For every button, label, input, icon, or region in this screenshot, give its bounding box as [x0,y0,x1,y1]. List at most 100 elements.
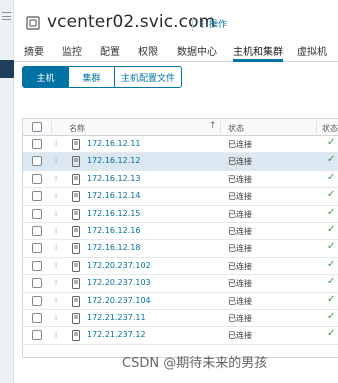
drag-handle-icon[interactable]: ⁞⁞ [54,210,58,218]
host-server-icon [72,278,80,290]
table-row[interactable]: ⁞⁞ 172.16.12.12 已连接 ✓ [23,153,338,171]
menu-icon[interactable] [2,12,11,20]
host-link[interactable]: 172.16.12.16 [87,226,140,235]
status-ok-icon: ✓ [327,276,336,288]
connection-state: 已连接 [228,192,252,202]
host-link[interactable]: 172.21.237.11 [87,313,146,322]
host-link[interactable]: 172.16.12.12 [87,156,140,165]
drag-handle-icon[interactable]: ⁞⁞ [54,157,58,165]
row-checkbox[interactable] [32,226,42,236]
drag-handle-icon[interactable]: ⁞⁞ [54,140,58,148]
drag-handle-icon[interactable]: ⁞⁞ [54,331,58,339]
connection-state: 已连接 [228,296,252,306]
status-ok-icon: ✓ [327,224,336,235]
host-link[interactable]: 172.16.12.18 [87,243,140,252]
row-checkbox[interactable] [32,173,42,184]
row-checkbox[interactable] [32,330,42,341]
page-title: vcenter02.svic.com [47,12,216,32]
actions-menu-button[interactable]: ⋮ 操作 [198,17,227,30]
row-checkbox[interactable] [32,243,42,254]
row-checkbox[interactable] [32,139,42,149]
host-link[interactable]: 172.21.237.12 [87,330,146,339]
header-divider [192,17,193,31]
row-checkbox[interactable] [32,260,42,271]
select-all-checkbox[interactable] [32,122,42,132]
main-content: vcenter02.svic.com ⋮ 操作 摘要 监控 配置 权限 数据中心 … [14,0,338,383]
table-row[interactable]: ⁞⁞ 172.16.12.13 已连接 ✓ [23,171,338,189]
left-nav-strip [0,0,14,383]
host-server-icon [72,173,80,185]
tab-configure[interactable]: 配置 [100,43,120,62]
row-checkbox[interactable] [32,295,42,306]
connection-state: 已连接 [228,174,252,184]
status-ok-icon: ✓ [327,189,336,201]
csdn-watermark: CSDN @期待未来的男孩 [122,356,268,371]
hosts-datagrid: 名称 ↑ 状态 状态 ⁞⁞ 172.16.12.11 已连接 ✓ ⁞⁞ 172.… [22,118,338,358]
tab-datacenters[interactable]: 数据中心 [177,43,217,62]
tab-vms[interactable]: 虚拟机 [297,43,327,62]
host-link[interactable]: 172.20.237.104 [87,296,151,305]
drag-handle-icon[interactable]: ⁞⁞ [54,244,58,252]
connection-state: 已连接 [228,227,252,236]
column-header-status[interactable]: 状态 [322,123,338,134]
connection-state: 已连接 [228,209,252,219]
row-checkbox[interactable] [32,208,42,219]
table-row[interactable]: ⁞⁞ 172.20.237.104 已连接 ✓ [23,293,338,310]
connection-state: 已连接 [228,314,252,323]
column-header-state[interactable]: 状态 [228,123,244,134]
table-row[interactable]: ⁞⁞ 172.16.12.14 已连接 ✓ [23,188,338,206]
drag-handle-icon[interactable]: ⁞⁞ [54,279,58,287]
drag-handle-icon[interactable]: ⁞⁞ [54,192,58,200]
table-row[interactable]: ⁞⁞ 172.21.237.11 已连接 ✓ [23,310,338,328]
row-checkbox[interactable] [32,278,42,289]
drag-handle-icon[interactable]: ⁞⁞ [54,314,58,322]
status-ok-icon: ✓ [327,241,336,253]
row-checkbox[interactable] [32,191,42,202]
drag-handle-icon[interactable]: ⁞⁞ [54,262,58,270]
table-row[interactable]: ⁞⁞ 172.20.237.102 已连接 ✓ [23,258,338,276]
subtab-hosts[interactable]: 主机 [22,66,69,88]
host-server-icon [72,295,80,307]
host-link[interactable]: 172.16.12.14 [87,191,140,200]
subtab-group: 主机 集群 主机配置文件 [22,66,182,88]
object-header: vcenter02.svic.com ⋮ 操作 [14,12,338,36]
connection-state: 已连接 [228,261,252,271]
tab-permissions[interactable]: 权限 [138,43,158,62]
row-checkbox[interactable] [32,313,42,323]
subtab-clusters[interactable]: 集群 [68,66,115,88]
table-row[interactable]: ⁞⁞ 172.16.12.11 已连接 ✓ [23,136,338,154]
drag-handle-icon[interactable]: ⁞⁞ [54,227,58,235]
host-link[interactable]: 172.16.12.11 [87,139,140,148]
nav-selected-indicator[interactable] [0,60,14,78]
object-tabs: 摘要 监控 配置 权限 数据中心 主机和集群 虚拟机 [14,38,338,62]
vcenter-server-icon [26,16,40,30]
table-row[interactable]: ⁞⁞ 172.16.12.16 已连接 ✓ [23,223,338,241]
connection-state: 已连接 [228,331,252,341]
host-link[interactable]: 172.20.237.102 [87,261,151,270]
subtab-host-profiles[interactable]: 主机配置文件 [114,66,182,88]
status-ok-icon: ✓ [327,154,336,166]
connection-state: 已连接 [228,279,252,289]
tab-hosts-and-clusters[interactable]: 主机和集群 [233,43,283,62]
table-row[interactable]: ⁞⁞ 172.16.12.18 已连接 ✓ [23,240,338,258]
host-link[interactable]: 172.16.12.15 [87,209,140,218]
column-header-name[interactable]: 名称 [69,123,85,134]
sort-ascending-icon[interactable]: ↑ [209,121,217,131]
host-server-icon [72,191,80,203]
host-link[interactable]: 172.20.237.103 [87,278,151,287]
table-row[interactable]: ⁞⁞ 172.20.237.103 已连接 ✓ [23,275,338,293]
host-server-icon [72,243,80,255]
status-ok-icon: ✓ [327,293,336,305]
drag-handle-icon[interactable]: ⁞⁞ [54,297,58,305]
tab-monitor[interactable]: 监控 [62,43,82,62]
status-ok-icon: ✓ [327,171,336,183]
status-ok-icon: ✓ [327,328,336,340]
table-row[interactable]: ⁞⁞ 172.21.237.12 已连接 ✓ [23,327,338,345]
drag-handle-icon[interactable]: ⁞⁞ [54,175,58,183]
host-link[interactable]: 172.16.12.13 [87,174,140,183]
row-checkbox[interactable] [32,156,42,167]
connection-state: 已连接 [228,244,252,254]
tab-summary[interactable]: 摘要 [24,43,44,62]
table-row[interactable]: ⁞⁞ 172.16.12.15 已连接 ✓ [23,206,338,223]
host-server-icon [72,226,80,237]
